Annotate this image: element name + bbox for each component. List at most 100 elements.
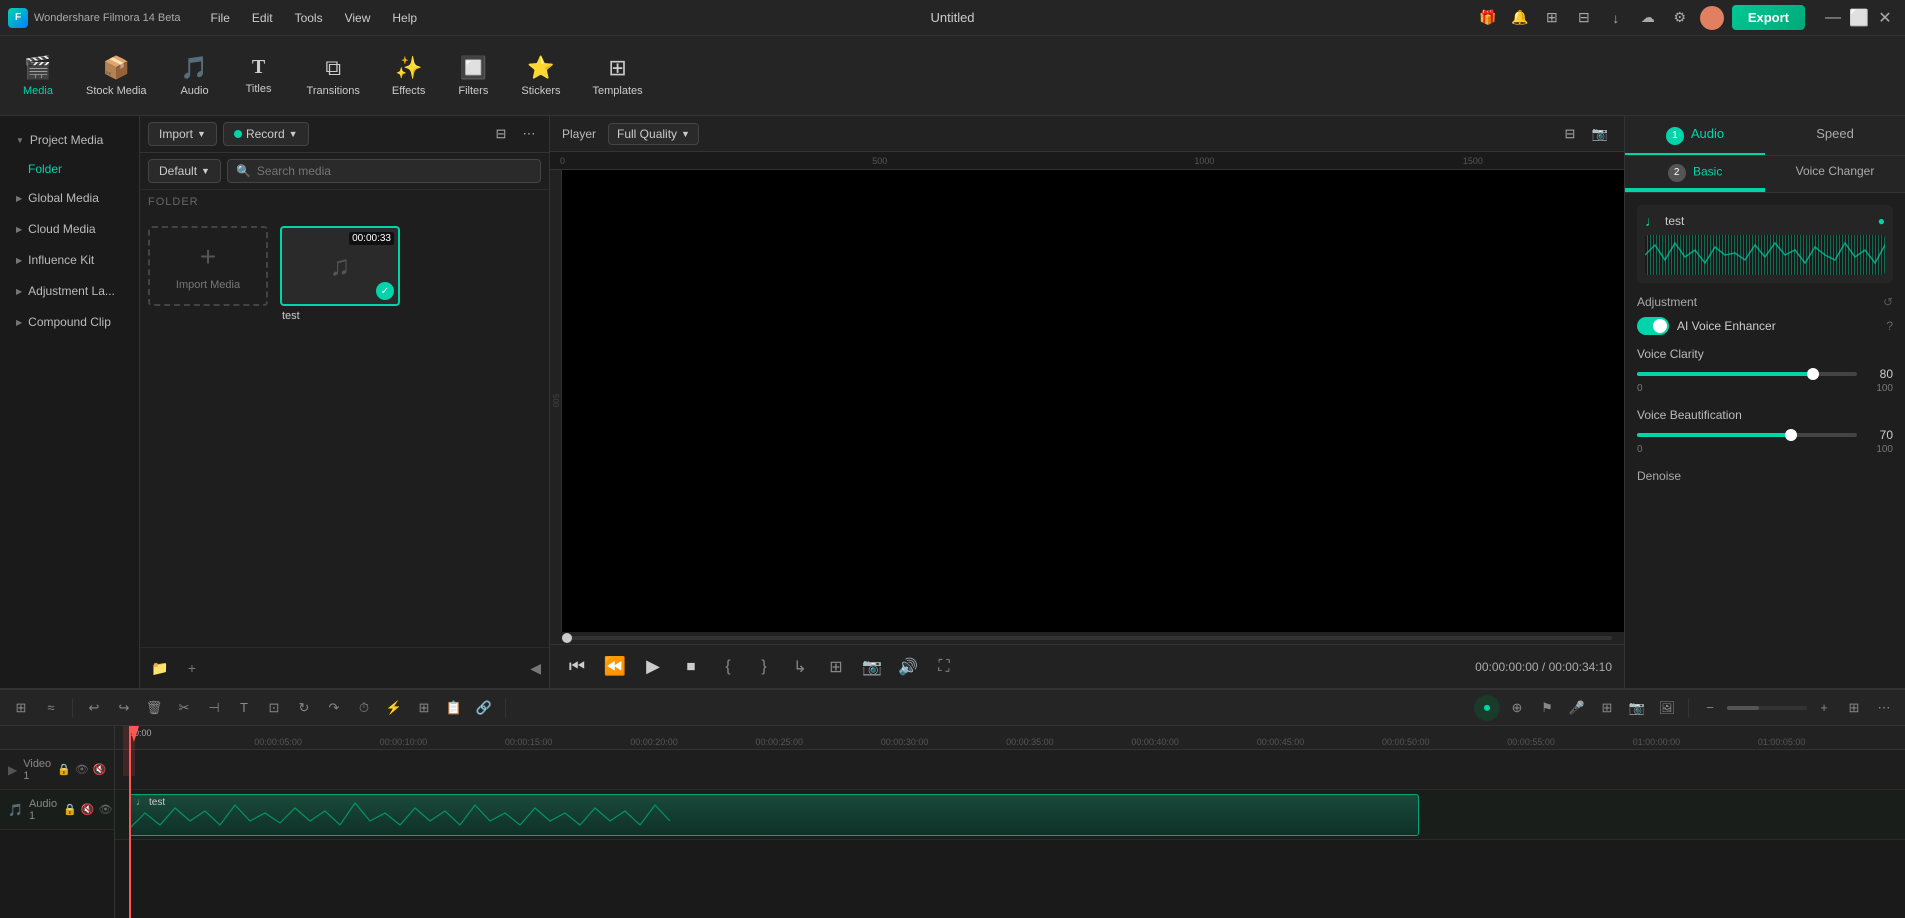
- cloud-icon[interactable]: ☁: [1636, 6, 1660, 30]
- avatar[interactable]: [1700, 6, 1724, 30]
- scene-detect-icon[interactable]: ⊞: [8, 695, 34, 721]
- voice-clarity-slider[interactable]: [1637, 372, 1857, 376]
- sidebar-item-influence-kit[interactable]: ▶ Influence Kit: [4, 245, 135, 275]
- text-icon[interactable]: T: [231, 695, 257, 721]
- audio-mute-icon[interactable]: 🔇: [81, 803, 95, 816]
- download-icon[interactable]: ↓: [1604, 6, 1628, 30]
- rewind-button[interactable]: ⏮: [562, 652, 592, 682]
- collapse-panel-icon[interactable]: ◀: [530, 660, 541, 677]
- grid-tl-icon[interactable]: ⊞: [1841, 695, 1867, 721]
- voice-clarity-thumb[interactable]: [1807, 368, 1819, 380]
- default-sort-button[interactable]: Default ▼: [148, 159, 221, 183]
- filter-icon[interactable]: ⊟: [489, 122, 513, 146]
- media-tile-test[interactable]: ♫ 00:00:33 ✓ test: [280, 226, 400, 326]
- toolbar-transitions[interactable]: ⧉ Transitions: [293, 47, 374, 105]
- sidebar-item-cloud-media[interactable]: ▶ Cloud Media: [4, 214, 135, 244]
- audio-clip-test[interactable]: ♩ test: [129, 794, 1419, 836]
- sidebar-item-project-media[interactable]: ▼ Project Media: [4, 125, 135, 155]
- delete-icon[interactable]: 🗑: [141, 695, 167, 721]
- help-icon[interactable]: ?: [1886, 319, 1893, 333]
- voiceover-icon[interactable]: 🎤: [1564, 695, 1590, 721]
- toolbar-stock-media[interactable]: 📦 Stock Media: [72, 47, 161, 105]
- fit-frame-icon[interactable]: ⊞: [822, 653, 850, 681]
- sidebar-item-folder[interactable]: Folder: [0, 156, 139, 182]
- menu-view[interactable]: View: [335, 7, 381, 29]
- marker-icon[interactable]: ⚑: [1534, 695, 1560, 721]
- audio-level-icon[interactable]: 🔊: [894, 653, 922, 681]
- quality-selector[interactable]: Full Quality ▼: [608, 123, 699, 145]
- speed-icon[interactable]: ⚡: [381, 695, 407, 721]
- undo-button[interactable]: ↩: [81, 695, 107, 721]
- audio-visibility-icon[interactable]: 👁: [99, 803, 113, 816]
- visibility-icon[interactable]: 👁: [75, 763, 89, 776]
- grid-icon[interactable]: ⊟: [1572, 6, 1596, 30]
- import-media-tile[interactable]: + Import Media: [148, 226, 268, 306]
- zoom-slider[interactable]: [1727, 706, 1807, 710]
- step-back-button[interactable]: ⏪: [600, 652, 630, 682]
- voice-beautification-thumb[interactable]: [1785, 429, 1797, 441]
- link-icon[interactable]: 🔗: [471, 695, 497, 721]
- add-folder-icon[interactable]: 📁: [148, 656, 172, 680]
- tab-voice-changer[interactable]: Voice Changer: [1765, 156, 1905, 192]
- insert-icon[interactable]: ↳: [786, 653, 814, 681]
- toolbar-templates[interactable]: ⊞ Templates: [578, 47, 656, 105]
- tab-audio[interactable]: 1 Audio: [1625, 116, 1765, 155]
- playback-thumb[interactable]: [562, 633, 572, 643]
- paste-icon[interactable]: 📋: [441, 695, 467, 721]
- search-input[interactable]: [257, 164, 532, 178]
- record-tl-icon[interactable]: ⏺: [1474, 695, 1500, 721]
- redo-button[interactable]: ↪: [111, 695, 137, 721]
- voice-beautification-slider[interactable]: [1637, 433, 1857, 437]
- menu-tools[interactable]: Tools: [285, 7, 333, 29]
- snapshot-icon[interactable]: 📷: [1588, 122, 1612, 146]
- import-button[interactable]: Import ▼: [148, 122, 217, 146]
- sidebar-item-compound-clip[interactable]: ▶ Compound Clip: [4, 307, 135, 337]
- lock-icon[interactable]: 🔒: [57, 763, 71, 776]
- ai-voice-toggle[interactable]: [1637, 317, 1669, 335]
- toolbar-media[interactable]: 🎬 Media: [8, 47, 68, 105]
- adjustment-reset-icon[interactable]: ↺: [1883, 295, 1893, 309]
- close-button[interactable]: ✕: [1873, 6, 1897, 30]
- play-button[interactable]: ▶: [638, 652, 668, 682]
- copy-icon[interactable]: ⊞: [411, 695, 437, 721]
- toolbar-effects[interactable]: ✨ Effects: [378, 47, 439, 105]
- media-tl-icon[interactable]: 🖼: [1654, 695, 1680, 721]
- dual-screen-icon[interactable]: ⊟: [1558, 122, 1582, 146]
- sidebar-item-global-media[interactable]: ▶ Global Media: [4, 183, 135, 213]
- menu-file[interactable]: File: [201, 7, 240, 29]
- fullscreen-icon[interactable]: ⛶: [930, 653, 958, 681]
- camera-icon[interactable]: 📷: [858, 653, 886, 681]
- toolbar-stickers[interactable]: ⭐ Stickers: [507, 47, 574, 105]
- tab-basic[interactable]: 2 Basic: [1625, 156, 1765, 192]
- snap-icon[interactable]: ⊕: [1504, 695, 1530, 721]
- mark-out-icon[interactable]: }: [750, 653, 778, 681]
- gift-icon[interactable]: 🎁: [1476, 6, 1500, 30]
- playback-bar[interactable]: [550, 632, 1624, 644]
- mute-icon[interactable]: 🔇: [93, 763, 107, 776]
- rotate-icon[interactable]: ↻: [291, 695, 317, 721]
- zoom-in-icon[interactable]: +: [1811, 695, 1837, 721]
- record-button[interactable]: Record ▼: [223, 122, 309, 146]
- export-button[interactable]: Export: [1732, 5, 1805, 30]
- menu-help[interactable]: Help: [382, 7, 427, 29]
- forward-icon[interactable]: ↷: [321, 695, 347, 721]
- settings-icon[interactable]: ⚙: [1668, 6, 1692, 30]
- zoom-out-icon[interactable]: −: [1697, 695, 1723, 721]
- maximize-button[interactable]: ⬜: [1847, 6, 1871, 30]
- stop-button[interactable]: ⏹: [676, 652, 706, 682]
- toolbar-titles[interactable]: T Titles: [229, 48, 289, 103]
- add-icon[interactable]: +: [180, 656, 204, 680]
- tab-speed[interactable]: Speed: [1765, 116, 1905, 155]
- toolbar-audio[interactable]: 🎵 Audio: [165, 47, 225, 105]
- playback-progress[interactable]: [562, 636, 1612, 640]
- audio-lock-icon[interactable]: 🔒: [63, 803, 77, 816]
- sidebar-item-adjustment[interactable]: ▶ Adjustment La...: [4, 276, 135, 306]
- toolbar-filters[interactable]: 🔲 Filters: [443, 47, 503, 105]
- cut-icon[interactable]: ✂: [171, 695, 197, 721]
- crop-icon[interactable]: ⊡: [261, 695, 287, 721]
- timer-icon[interactable]: ⏱: [351, 695, 377, 721]
- menu-edit[interactable]: Edit: [242, 7, 283, 29]
- layout-icon[interactable]: ⊞: [1540, 6, 1564, 30]
- notification-icon[interactable]: 🔔: [1508, 6, 1532, 30]
- camera-tl-icon[interactable]: 📷: [1624, 695, 1650, 721]
